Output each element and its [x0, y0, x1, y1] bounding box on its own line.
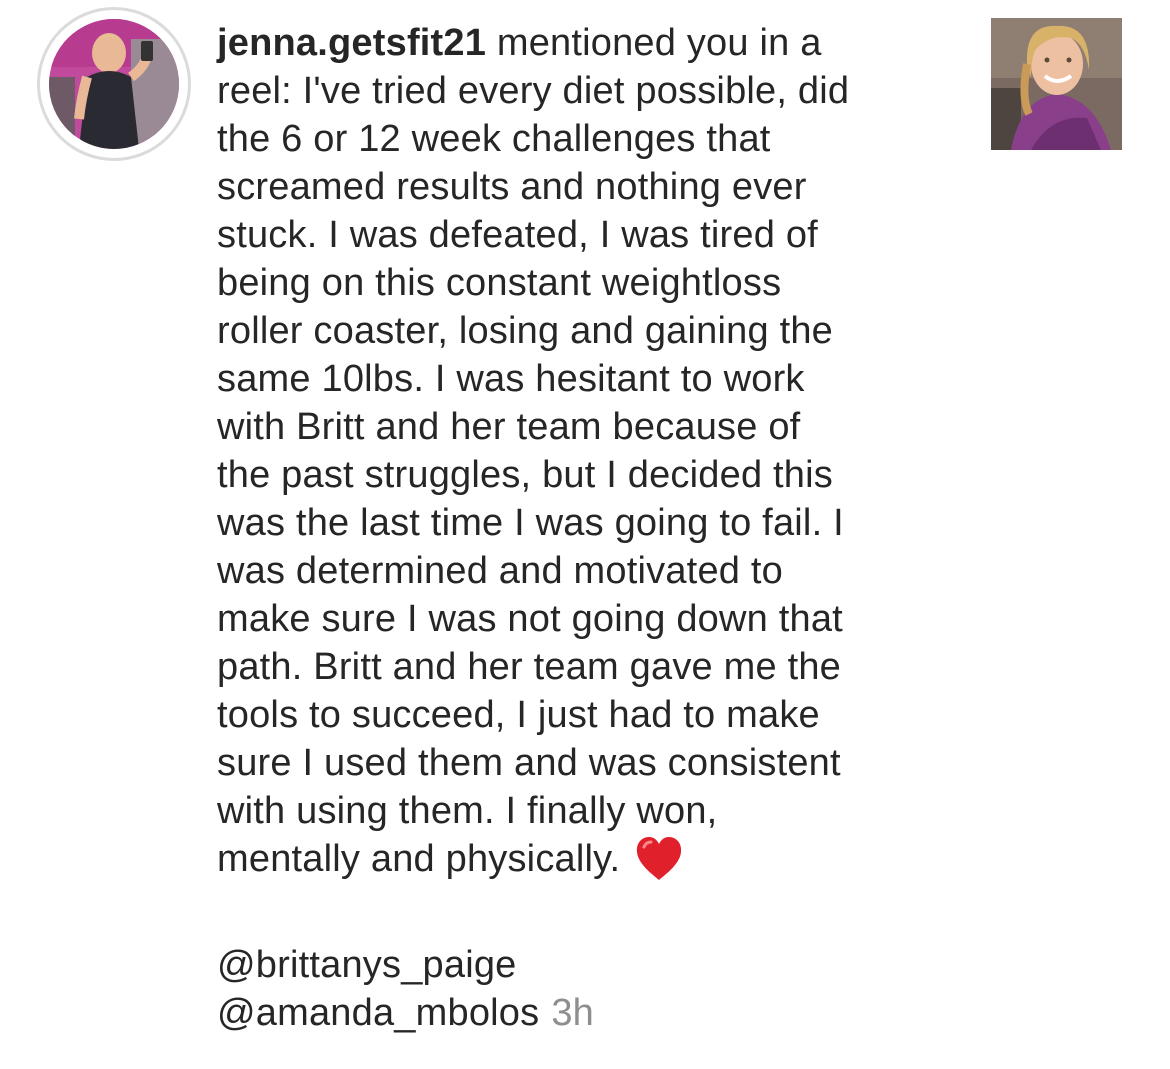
red-heart-icon [634, 835, 684, 883]
text-line: screamed results and nothing ever [217, 166, 807, 208]
profile-avatar-button[interactable] [37, 7, 191, 161]
notification-item[interactable]: jenna.getsfit21 mentioned you in a reel:… [0, 0, 1170, 1069]
text-line: the 6 or 12 week challenges that [217, 118, 771, 160]
mention-link[interactable]: @brittanys_paige [217, 941, 952, 989]
text-line: same 10lbs. I was hesitant to work [217, 358, 805, 400]
text-line: jenna.getsfit21 mentioned you in a [217, 19, 952, 67]
text-line: sure I used them and was consistent [217, 742, 841, 784]
text-line: tools to succeed, I just had to make [217, 694, 820, 736]
text-line: path. Britt and her team gave me the [217, 646, 841, 688]
mention-link[interactable]: @amanda_mbolos [217, 992, 539, 1034]
username-link[interactable]: jenna.getsfit21 [217, 22, 486, 64]
text-line: stuck. I was defeated, I was tired of [217, 214, 818, 256]
notification-text: jenna.getsfit21 mentioned you in a reel:… [217, 19, 952, 1037]
text-segment: mentioned you in a [486, 22, 822, 64]
text-line: was the last time I was going to fail. I [217, 502, 844, 544]
mention-line: @amanda_mbolos 3h [217, 989, 952, 1037]
text-line: with Britt and her team because of [217, 406, 801, 448]
text-line: being on this constant weightloss [217, 262, 782, 304]
text-segment: mentally and physically. [217, 838, 621, 880]
timestamp: 3h [551, 992, 595, 1034]
text-line: the past struggles, but I decided this [217, 454, 833, 496]
text-line: mentally and physically. [217, 835, 952, 883]
text-line: was determined and motivated to [217, 550, 783, 592]
text-line: roller coaster, losing and gaining the [217, 310, 833, 352]
text-line: reel: I've tried every diet possible, di… [217, 70, 850, 112]
text-line: with using them. I finally won, [217, 790, 718, 832]
profile-avatar [49, 19, 179, 149]
text-line: make sure I was not going down that [217, 598, 843, 640]
reel-thumbnail[interactable] [991, 18, 1122, 150]
